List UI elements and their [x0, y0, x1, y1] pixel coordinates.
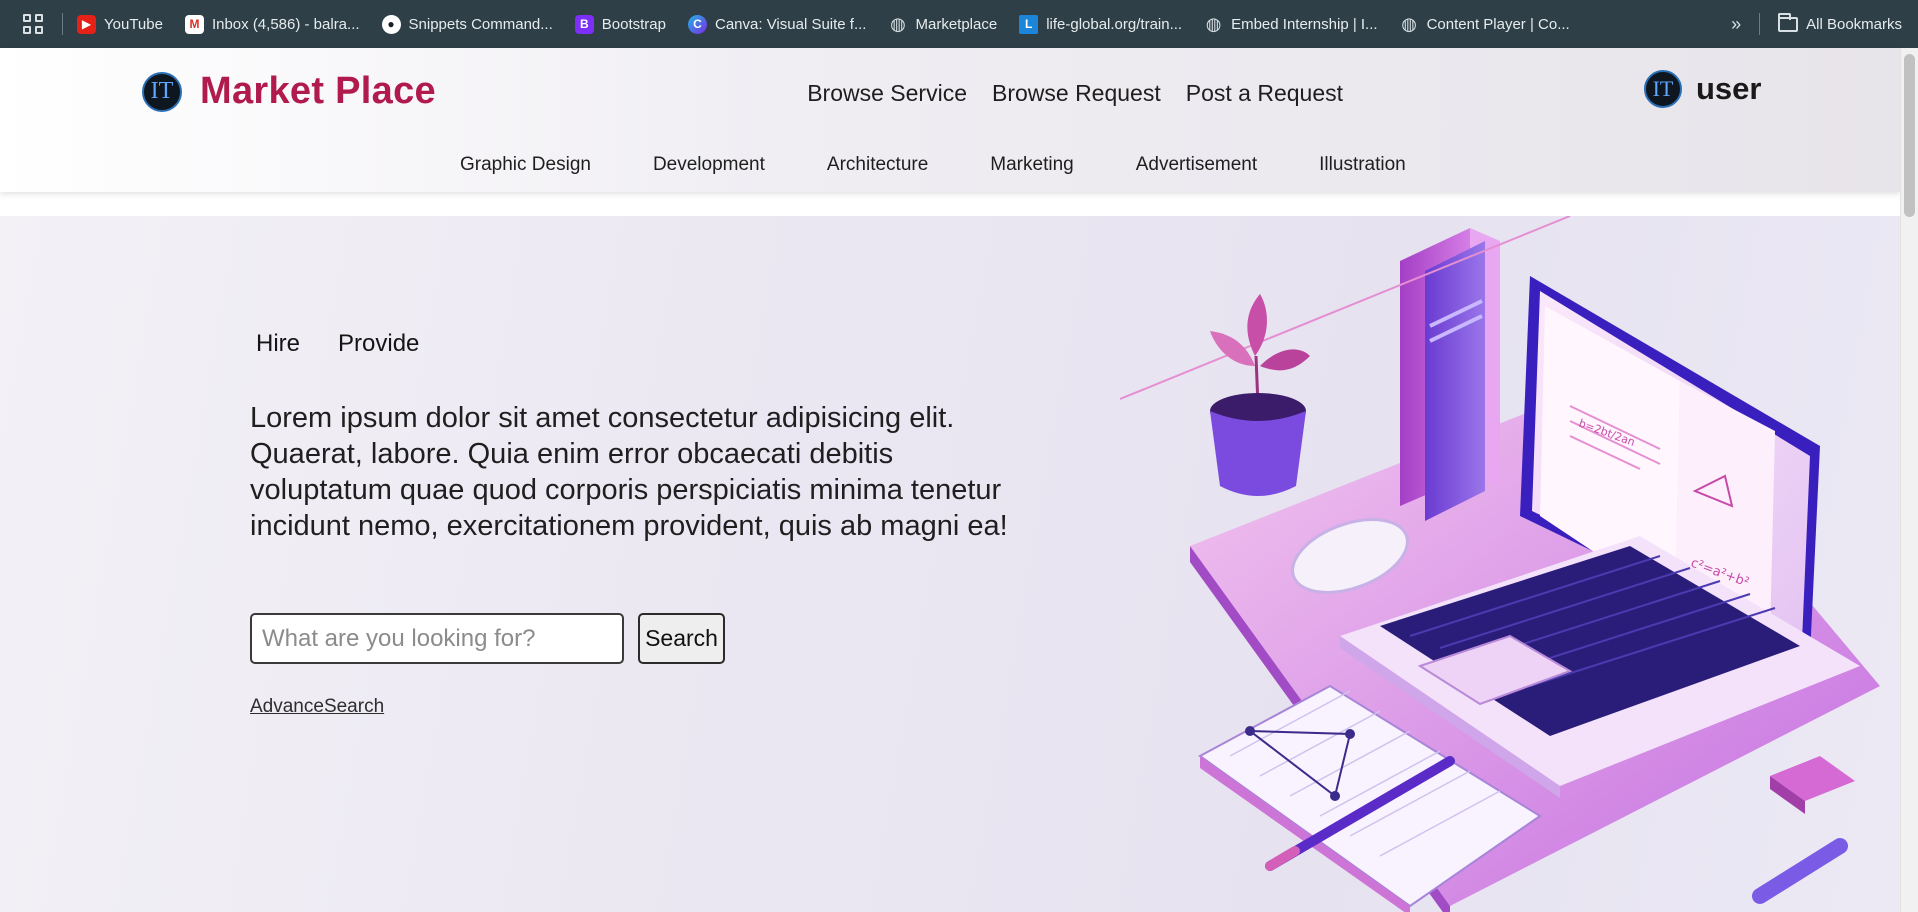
category-development[interactable]: Development [653, 154, 765, 176]
bookmark-canva[interactable]: C Canva: Visual Suite f... [688, 14, 867, 34]
bookmarks-bar: ▶ YouTube M Inbox (4,586) - balra... ● S… [0, 0, 1918, 48]
advance-search-link[interactable]: AdvanceSearch [250, 696, 384, 718]
site-title: Market Place [200, 70, 436, 112]
hero-description: Lorem ipsum dolor sit amet consectetur a… [250, 402, 1008, 542]
tab-provide[interactable]: Provide [338, 330, 419, 358]
bookmark-label: Bootstrap [601, 15, 666, 33]
scrollbar-thumb[interactable] [1904, 54, 1915, 217]
category-advertisement[interactable]: Advertisement [1136, 154, 1257, 176]
bookmark-youtube[interactable]: ▶ YouTube [77, 14, 163, 34]
bookmark-label: Embed Internship | I... [1231, 15, 1378, 33]
hero-section: Hire Provide Lorem ipsum dolor sit amet … [0, 216, 1900, 912]
bookmark-label: Inbox (4,586) - balra... [211, 15, 360, 33]
bootstrap-icon: B [574, 14, 594, 34]
bookmark-label: life-global.org/train... [1046, 15, 1183, 33]
category-marketing[interactable]: Marketing [990, 154, 1073, 176]
nav-browse-service[interactable]: Browse Service [807, 80, 967, 107]
search-input[interactable] [250, 613, 624, 664]
user-menu[interactable]: IT user [1644, 70, 1761, 108]
more-bookmarks-icon[interactable]: » [1731, 14, 1741, 35]
nav-browse-request[interactable]: Browse Request [992, 80, 1161, 107]
marker [1752, 838, 1848, 904]
folder-icon [1778, 12, 1799, 32]
eraser [1770, 756, 1855, 814]
potted-plant [1210, 294, 1310, 496]
user-label: user [1696, 71, 1762, 106]
youtube-icon: ▶ [77, 14, 96, 34]
bookmarks-divider [62, 13, 63, 35]
bookmark-label: Content Player | Co... [1426, 15, 1570, 33]
category-illustration[interactable]: Illustration [1319, 154, 1406, 176]
canva-icon: C [688, 14, 707, 34]
logo-mark-icon: IT [142, 71, 182, 112]
apps-grid-icon[interactable] [18, 9, 48, 39]
nav-post-request[interactable]: Post a Request [1186, 80, 1343, 107]
hire-provide-tabs: Hire Provide [256, 330, 419, 358]
tab-hire[interactable]: Hire [256, 330, 300, 358]
site-header: IT Market Place Browse Service Browse Re… [0, 48, 1900, 192]
bookmark-bootstrap[interactable]: B Bootstrap [574, 14, 666, 34]
top-nav: Browse Service Browse Request Post a Req… [807, 80, 1343, 107]
category-graphic-design[interactable]: Graphic Design [460, 154, 591, 176]
hero-illustration: b=2bt/2an c²=a²+b² [1120, 216, 1880, 912]
bookmark-marketplace[interactable]: ◍ Marketplace [888, 13, 998, 34]
search-button[interactable]: Search [638, 613, 725, 664]
all-bookmarks-label: All Bookmarks [1806, 15, 1902, 33]
category-nav: Graphic Design Development Architecture … [460, 154, 1406, 176]
books-stack [1400, 228, 1500, 521]
user-avatar-icon: IT [1644, 70, 1682, 108]
bookmark-label: Snippets Command... [408, 15, 553, 33]
bookmark-life-global[interactable]: L life-global.org/train... [1019, 14, 1183, 34]
bookmarks-divider [1759, 13, 1761, 35]
globe-icon: ◍ [1205, 13, 1222, 34]
bookmark-embed-internship[interactable]: ◍ Embed Internship | I... [1204, 13, 1378, 34]
all-bookmarks-button[interactable]: All Bookmarks [1778, 12, 1902, 33]
gmail-icon: M [184, 14, 204, 34]
category-architecture[interactable]: Architecture [827, 154, 928, 176]
bookmark-gmail[interactable]: M Inbox (4,586) - balra... [184, 14, 360, 34]
bookmark-label: YouTube [104, 15, 163, 33]
globe-icon: ◍ [890, 13, 906, 34]
bookmark-label: Marketplace [915, 15, 998, 33]
bookmark-content-player[interactable]: ◍ Content Player | Co... [1400, 13, 1570, 34]
site-logo[interactable]: IT Market Place [142, 70, 436, 113]
page-scrollbar[interactable] [1900, 48, 1918, 912]
bookmark-snippets[interactable]: ● Snippets Command... [381, 14, 553, 34]
globe-icon: ◍ [1401, 13, 1417, 34]
bookmark-label: Canva: Visual Suite f... [715, 15, 867, 33]
github-icon: ● [381, 14, 401, 34]
life-global-icon: L [1019, 14, 1039, 34]
bookmarks-right: » All Bookmarks [1731, 0, 1902, 48]
